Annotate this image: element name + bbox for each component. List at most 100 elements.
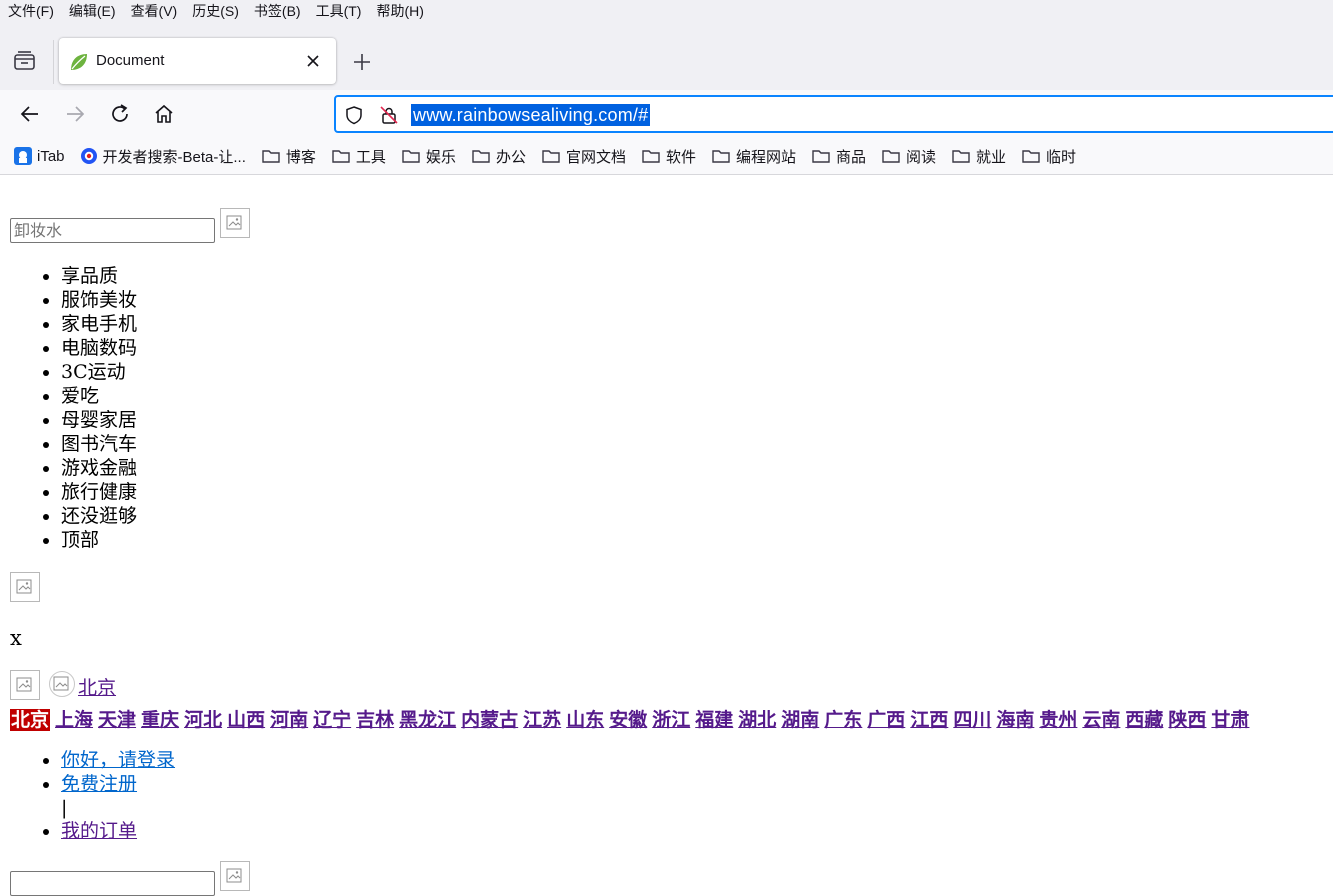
search-button-image-icon[interactable]	[220, 208, 250, 238]
province-link[interactable]: 吉林	[356, 709, 394, 731]
bookmark-folder[interactable]: 商品	[811, 146, 866, 167]
login-link[interactable]: 你好，请登录	[61, 749, 175, 771]
province-link[interactable]: 湖南	[781, 709, 819, 731]
my-orders-link[interactable]: 我的订单	[61, 820, 137, 842]
bookmark-folder[interactable]: 娱乐	[401, 146, 456, 167]
province-link[interactable]: 浙江	[652, 709, 690, 731]
category-item[interactable]: 服饰美妆	[61, 288, 137, 312]
category-item[interactable]: 旅行健康	[61, 480, 137, 504]
menu-item[interactable]: 工具(T)	[316, 1, 362, 21]
location-pin-image-icon	[49, 671, 75, 697]
province-link[interactable]: 辽宁	[313, 709, 351, 731]
shield-icon[interactable]	[344, 105, 364, 125]
menu-item[interactable]: 文件(F)	[8, 1, 54, 21]
category-item[interactable]: 享品质	[61, 264, 137, 288]
search-input-secondary[interactable]	[10, 871, 215, 896]
bookmark-label: 开发者搜索-Beta-让...	[102, 148, 246, 166]
category-item[interactable]: 电脑数码	[61, 336, 137, 360]
bookmark-label: iTab	[37, 147, 65, 165]
province-link[interactable]: 重庆	[141, 709, 179, 731]
province-link[interactable]: 陕西	[1168, 709, 1206, 731]
navigation-toolbar: www.rainbowsealiving.com/#	[0, 90, 1333, 138]
province-link[interactable]: 上海	[55, 709, 93, 731]
register-link[interactable]: 免费注册	[61, 773, 137, 795]
folder-icon	[1021, 147, 1041, 165]
web-page: 享品质服饰美妆家电手机电脑数码3C运动爱吃母婴家居图书汽车游戏金融旅行健康还没逛…	[0, 175, 1333, 896]
bookmark-folder[interactable]: 官网文档	[541, 146, 626, 167]
category-item[interactable]: 家电手机	[61, 312, 137, 336]
province-link[interactable]: 江西	[910, 709, 948, 731]
province-link[interactable]: 河南	[270, 709, 308, 731]
address-bar[interactable]: www.rainbowsealiving.com/#	[334, 95, 1333, 133]
bookmark-folder[interactable]: 工具	[331, 146, 386, 167]
close-x-text[interactable]: x	[10, 626, 22, 650]
forward-arrow-icon[interactable]	[63, 102, 87, 126]
menu-item[interactable]: 查看(V)	[131, 1, 178, 21]
province-link[interactable]: 福建	[695, 709, 733, 731]
category-item[interactable]: 图书汽车	[61, 432, 137, 456]
bookmark-item[interactable]: iTab	[14, 147, 65, 165]
province-link[interactable]: 黑龙江	[399, 709, 456, 731]
province-link[interactable]: 甘肃	[1211, 709, 1249, 731]
back-arrow-icon[interactable]	[18, 102, 42, 126]
tab-list-icon[interactable]	[12, 50, 38, 72]
bookmark-label: 临时	[1046, 148, 1077, 166]
current-location-link[interactable]: 北京	[78, 673, 116, 700]
menu-item[interactable]: 历史(S)	[192, 1, 239, 21]
url-text[interactable]: www.rainbowsealiving.com/#	[411, 104, 651, 126]
new-tab-plus-icon[interactable]	[350, 50, 374, 74]
province-link[interactable]: 四川	[953, 709, 991, 731]
province-link[interactable]: 海南	[996, 709, 1034, 731]
province-link[interactable]: 山西	[227, 709, 265, 731]
folder-icon	[541, 147, 561, 165]
province-link[interactable]: 广西	[867, 709, 905, 731]
province-link[interactable]: 西藏	[1125, 709, 1163, 731]
location-selector: 北京	[10, 670, 116, 700]
bookmark-folder[interactable]: 临时	[1021, 146, 1076, 167]
province-link[interactable]: 天津	[98, 709, 136, 731]
menu-item[interactable]: 帮助(H)	[376, 1, 423, 21]
category-list: 享品质服饰美妆家电手机电脑数码3C运动爱吃母婴家居图书汽车游戏金融旅行健康还没逛…	[0, 264, 137, 552]
category-item[interactable]: 3C运动	[61, 360, 137, 384]
list-item: 免费注册 |	[61, 772, 175, 819]
home-icon[interactable]	[152, 102, 176, 126]
province-link[interactable]: 安徽	[609, 709, 647, 731]
bookmark-folder[interactable]: 阅读	[881, 146, 936, 167]
insecure-lock-icon[interactable]	[379, 105, 399, 125]
province-link[interactable]: 河北	[184, 709, 222, 731]
province-link[interactable]: 湖北	[738, 709, 776, 731]
bookmark-folder[interactable]: 博客	[261, 146, 316, 167]
search-input[interactable]	[10, 218, 215, 243]
bookmark-label: 娱乐	[425, 148, 456, 166]
search-button-image-icon[interactable]	[220, 861, 250, 891]
bookmark-item[interactable]: 开发者搜索-Beta-让...	[80, 146, 246, 167]
bookmark-folder[interactable]: 编程网站	[711, 146, 796, 167]
tab-document[interactable]: Document	[59, 38, 336, 84]
province-link[interactable]: 北京	[10, 709, 51, 731]
province-link[interactable]: 内蒙古	[461, 709, 518, 731]
bookmark-folder[interactable]: 办公	[471, 146, 526, 167]
province-link[interactable]: 江苏	[523, 709, 561, 731]
broken-image-icon	[10, 670, 40, 700]
close-tab-icon[interactable]	[304, 52, 322, 70]
menu-item[interactable]: 书签(B)	[254, 1, 301, 21]
tab-separator	[53, 40, 54, 84]
menu-item[interactable]: 编辑(E)	[69, 1, 116, 21]
folder-icon	[641, 147, 661, 165]
bookmark-label: 办公	[495, 148, 526, 166]
bookmark-folder[interactable]: 就业	[951, 146, 1006, 167]
province-link[interactable]: 云南	[1082, 709, 1120, 731]
bookmark-label: 阅读	[906, 148, 937, 166]
province-link[interactable]: 山东	[566, 709, 604, 731]
province-link[interactable]: 广东	[824, 709, 862, 731]
category-item[interactable]: 还没逛够	[61, 504, 137, 528]
category-item[interactable]: 游戏金融	[61, 456, 137, 480]
category-item[interactable]: 顶部	[61, 528, 137, 552]
category-item[interactable]: 母婴家居	[61, 408, 137, 432]
bookmark-folder[interactable]: 软件	[641, 146, 696, 167]
tab-title: Document	[96, 52, 165, 69]
category-item[interactable]: 爱吃	[61, 384, 137, 408]
province-link[interactable]: 贵州	[1039, 709, 1077, 731]
folder-icon	[331, 147, 351, 165]
reload-icon[interactable]	[108, 102, 132, 126]
